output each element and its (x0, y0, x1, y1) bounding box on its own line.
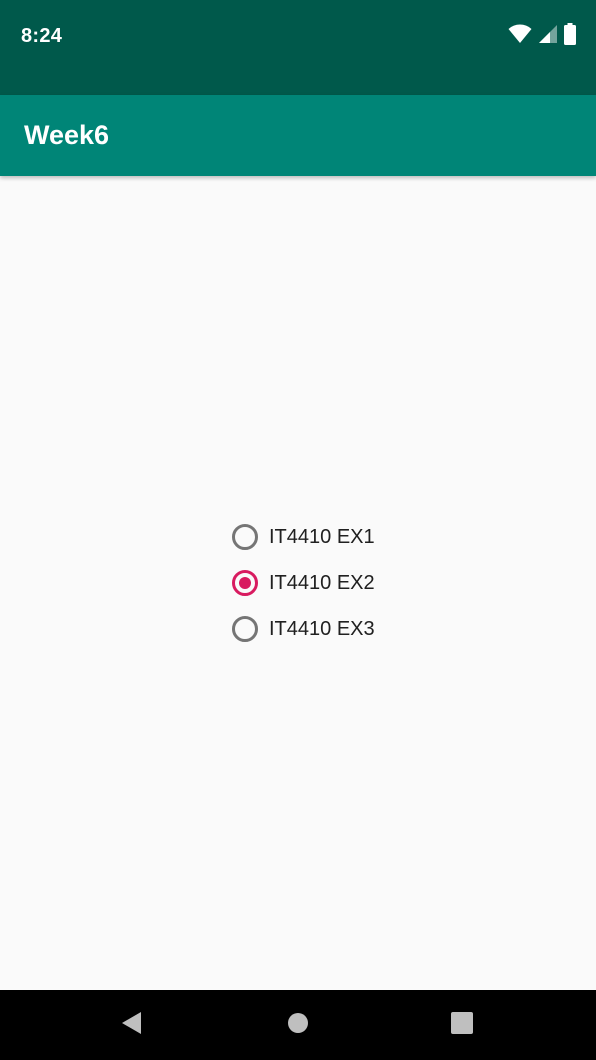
radio-option-label: IT4410 EX3 (269, 618, 375, 640)
radio-button-checked-icon[interactable] (232, 570, 258, 596)
main-content: IT4410 EX1 IT4410 EX2 IT4410 EX3 (0, 176, 596, 990)
radio-button-unchecked-icon[interactable] (232, 616, 258, 642)
status-time: 8:24 (21, 25, 63, 47)
radio-option-ex2[interactable]: IT4410 EX2 (229, 560, 399, 606)
back-button[interactable] (92, 990, 172, 1060)
cellular-signal-icon (538, 24, 558, 49)
recents-icon (451, 1011, 473, 1039)
radio-option-ex1[interactable]: IT4410 EX1 (229, 514, 399, 560)
back-icon (121, 1011, 143, 1040)
home-button[interactable] (258, 990, 338, 1060)
app-bar: Week6 (0, 95, 596, 176)
status-bar: 8:24 (0, 0, 596, 95)
radio-checked-dot (239, 577, 251, 589)
app-title: Week6 (24, 120, 110, 150)
battery-icon (564, 22, 576, 50)
recents-button[interactable] (422, 990, 502, 1060)
navigation-bar (0, 990, 596, 1060)
home-icon (287, 1012, 309, 1039)
radio-option-ex3[interactable]: IT4410 EX3 (229, 606, 399, 652)
radio-group: IT4410 EX1 IT4410 EX2 IT4410 EX3 (229, 514, 399, 652)
wifi-icon (508, 24, 532, 49)
radio-option-label: IT4410 EX1 (269, 526, 375, 548)
radio-option-label: IT4410 EX2 (269, 572, 375, 594)
radio-button-unchecked-icon[interactable] (232, 524, 258, 550)
status-icons (508, 22, 576, 50)
